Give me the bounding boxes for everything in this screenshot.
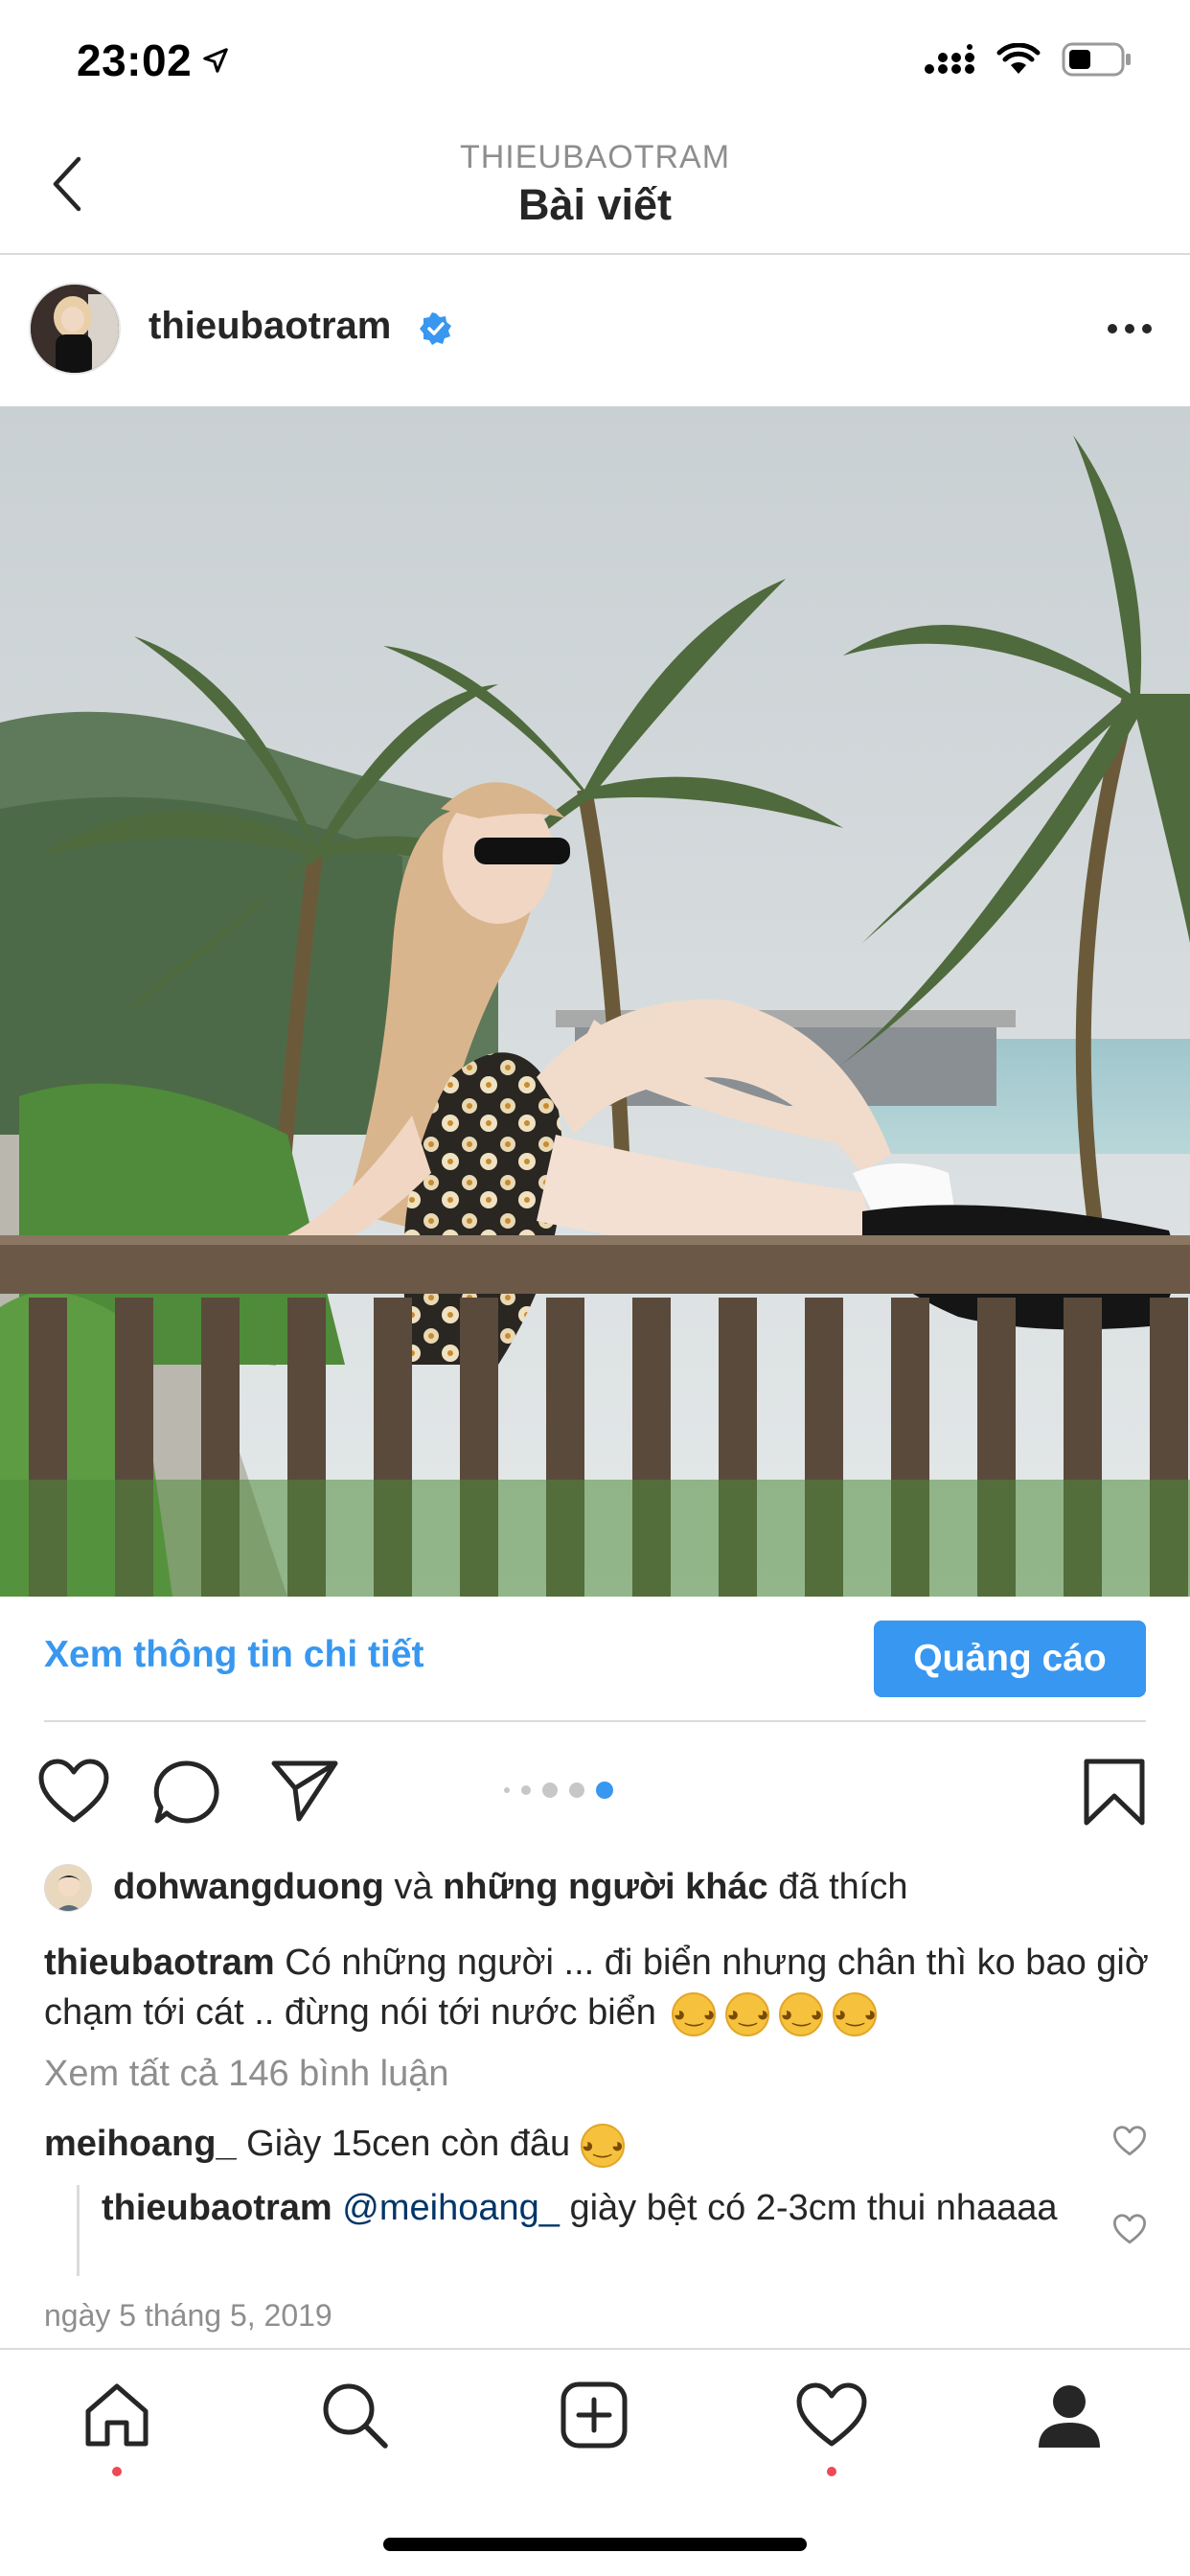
cellular-signal-icon [925,44,974,74]
carousel-indicator [504,1782,613,1799]
comment-text: Giày 15cen còn đâu [246,2124,571,2164]
verified-badge-icon [420,312,452,350]
view-all-comments-link[interactable]: Xem tất cả 146 bình luận [44,2054,449,2095]
liker-avatar-image [45,1865,91,1911]
home-icon [85,2383,149,2447]
caption-emoji-group: ◕‿◕ ◕‿◕ ◕‿◕ ◕‿◕ [672,1991,878,2036]
carousel-dot [569,1782,584,1798]
location-arrow-icon [203,48,228,73]
comment-item: meihoang_ Giày 15cen còn đâu ◕‿◕ [44,2121,1079,2168]
comment-button[interactable] [153,1760,220,1829]
carousel-dot [542,1782,558,1798]
rofl-emoji-icon: ◕‿◕ [725,1991,770,2036]
post-caption: thieubaotram Có những người ... đi biển … [44,1938,1156,2037]
reply-username[interactable]: thieubaotram [102,2188,332,2228]
tab-search[interactable] [316,2377,393,2453]
tabbar-divider [0,2348,1190,2350]
wifi-icon [996,43,1041,74]
tab-create[interactable] [556,2377,632,2453]
add-post-icon [561,2381,628,2449]
heart-icon [1113,2126,1146,2156]
tab-activity[interactable] [793,2377,870,2453]
share-button[interactable] [270,1760,339,1828]
status-indicators [924,42,1133,77]
post-author-username[interactable]: thieubaotram [149,305,391,348]
more-options-icon[interactable] [1108,324,1152,334]
carousel-dot-active [596,1782,613,1799]
tab-profile[interactable] [1031,2377,1108,2453]
heart-icon [796,2382,867,2447]
rofl-emoji-icon: ◕‿◕ [779,1991,824,2036]
home-indicator[interactable] [383,2538,807,2551]
carousel-dot [521,1785,531,1795]
status-time: 23:02 [77,34,230,86]
liker-username[interactable]: dohwangduong [113,1867,384,1907]
nav-subtitle: THIEUBAOTRAM [459,139,731,175]
view-details-link[interactable]: Xem thông tin chi tiết [44,1634,424,1676]
reply-like-button[interactable] [1113,2214,1146,2249]
post-author-avatar[interactable] [29,283,121,375]
status-time-label: 23:02 [77,35,193,85]
cta-divider [44,1720,1146,1722]
like-button[interactable] [38,1759,109,1828]
comment-username[interactable]: meihoang_ [44,2124,237,2164]
likes-others-link[interactable]: những người khác [443,1867,768,1907]
home-notification-dot [112,2467,122,2476]
comment-bubble-icon [153,1760,219,1824]
activity-notification-dot [827,2467,836,2476]
reply-text: giày bệt có 2-3cm thui nhaaaa [569,2188,1058,2228]
reply-mention[interactable]: @meihoang_ [342,2188,560,2228]
carousel-dot [504,1787,510,1793]
sponsored-button[interactable]: Quảng cáo [874,1621,1146,1697]
profile-icon [1039,2385,1100,2448]
rofl-emoji-icon: ◕‿◕ [672,1991,717,2036]
nav-divider [0,253,1190,255]
tab-home[interactable] [79,2377,155,2453]
comment-like-button[interactable] [1113,2126,1146,2161]
heart-icon [38,1759,109,1823]
bookmark-icon [1084,1759,1145,1826]
comment-reply-item: thieubaotram @meihoang_ giày bệt có 2-3c… [102,2185,1069,2231]
likes-summary: dohwangduong và những người khác đã thíc… [113,1867,907,1908]
post-image [0,406,1190,1597]
likes-connector: và [394,1867,433,1907]
send-icon [271,1760,338,1822]
rofl-emoji-icon: ◕‿◕ [833,1991,878,2036]
post-photo[interactable] [0,406,1190,1597]
search-icon [323,2383,388,2449]
save-button[interactable] [1083,1758,1146,1831]
caption-username[interactable]: thieubaotram [44,1943,275,1983]
liker-avatar[interactable] [44,1864,92,1912]
heart-icon [1113,2214,1146,2244]
avatar-image [31,285,119,373]
likes-suffix: đã thích [778,1867,908,1907]
page-title: Bài viết [517,180,673,229]
battery-icon [1062,42,1131,77]
joy-emoji-icon: ◕‿◕ [580,2123,625,2168]
post-date: ngày 5 tháng 5, 2019 [44,2298,332,2333]
reply-thread-line [77,2185,80,2276]
